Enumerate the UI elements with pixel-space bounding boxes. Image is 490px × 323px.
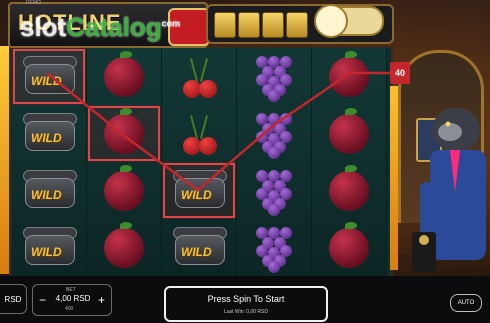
reel-cell [237,162,311,219]
reel-column: WILD WILD WILD WILD [12,48,87,276]
right-bonus-strip [390,86,398,270]
demo-label: DEMO [26,0,41,6]
watermark-part-a: slot [20,12,67,42]
reel-cell: WILD [12,162,86,219]
reel-cell [237,219,311,276]
reel-cell [87,105,161,162]
reel-cell [87,48,161,105]
reel-cell [237,48,311,105]
spin-button[interactable]: Press Spin To Start Last Win: 0,00 RSD [164,286,328,322]
reel-cell: WILD [162,219,236,276]
wild-phone-symbol-icon: WILD [19,168,79,214]
watermark: slotCatalogcom [20,12,180,43]
bet-increase-button[interactable]: + [98,294,105,306]
wild-phone-symbol-icon: WILD [19,54,79,100]
game-logo: HOTLINE slotCatalogcom [8,2,210,48]
left-bonus-strip [0,46,9,274]
reel-cell [87,162,161,219]
grape-symbol-icon [256,226,292,273]
coin-icon [238,12,260,38]
plum-symbol-icon [329,221,369,268]
reel-cell [312,219,386,276]
plum-symbol-icon [329,107,369,154]
reel-column [312,48,387,276]
wild-phone-symbol-icon: WILD [19,225,79,271]
wild-phone-symbol-icon: WILD [19,111,79,157]
reel-cell [237,105,311,162]
reel-cell [312,162,386,219]
plum-symbol-icon [104,164,144,211]
coin-icon [286,12,308,38]
wild-phone-symbol-icon: WILD [169,225,229,271]
wild-label: WILD [181,187,212,202]
grape-symbol-icon [256,55,292,102]
reel-cell: WILD [162,162,236,219]
reel-cell [162,48,236,105]
bet-label: BET [66,287,76,293]
reel-column: WILD WILD [162,48,237,276]
last-win-text: Last Win: 0,00 RSD [224,309,268,315]
plum-symbol-icon [104,221,144,268]
plum-symbol-icon [104,107,144,154]
reel-cell [162,105,236,162]
coin-icon [262,12,284,38]
coin-icon [214,12,236,38]
reel-cell [312,105,386,162]
cherry-symbol-icon [179,113,219,155]
bet-value: 4,00 RSD [55,294,91,303]
reel-grid: WILD WILD WILD WILD WILD WILD [9,46,393,278]
bet-credits: 400 [65,306,74,312]
wild-label: WILD [181,244,212,259]
control-bar: RSD BET − 4,00 RSD + 400 Press Spin To S… [0,276,490,323]
reel-cell [87,219,161,276]
cherry-symbol-icon [179,56,219,98]
wild-label: WILD [31,130,62,145]
spin-prompt: Press Spin To Start [207,294,285,304]
feature-toggle-knob[interactable] [314,4,348,38]
wild-label: WILD [31,73,62,88]
bet-control: BET − 4,00 RSD + 400 [32,284,112,316]
grape-symbol-icon [256,169,292,216]
auto-spin-button[interactable]: AUTO [450,294,482,312]
wild-phone-symbol-icon: WILD [169,168,229,214]
watermark-part-b: Catalog [66,12,162,42]
plum-symbol-icon [329,50,369,97]
reel-column [237,48,312,276]
reel-cell: WILD [12,48,86,105]
wild-label: WILD [31,187,62,202]
grape-symbol-icon [256,112,292,159]
bet-decrease-button[interactable]: − [39,294,46,306]
payline-number-badge: 40 [390,62,410,84]
mole-character [412,108,486,272]
plum-symbol-icon [104,50,144,97]
reel-cell: WILD [12,105,86,162]
plum-symbol-icon [329,164,369,211]
reel-cell: WILD [12,219,86,276]
wild-label: WILD [31,244,62,259]
reel-cell [312,48,386,105]
reel-column [87,48,162,276]
currency-button[interactable]: RSD [0,284,27,314]
watermark-part-c: com [161,18,181,29]
